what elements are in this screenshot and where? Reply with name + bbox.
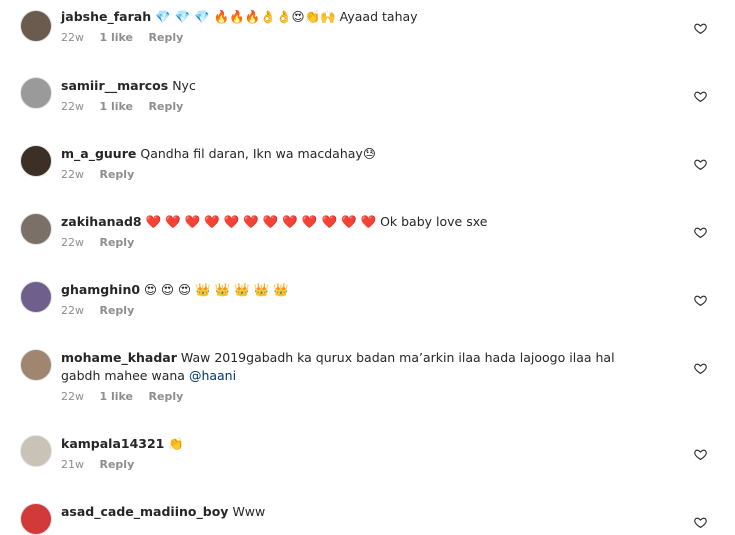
reply-button[interactable]: Reply xyxy=(149,100,184,114)
comment-time[interactable]: 22w xyxy=(61,390,84,404)
comment-username[interactable]: ghamghin0 xyxy=(61,282,140,297)
reply-button[interactable]: Reply xyxy=(100,168,135,182)
comment-username[interactable]: m_a_guure xyxy=(61,146,136,161)
comment-message: Nyc xyxy=(172,78,196,93)
comment-username[interactable]: zakihanad8 xyxy=(61,214,142,229)
comment-time[interactable]: 22w xyxy=(61,236,84,250)
comment-meta: 22w Reply xyxy=(61,304,640,318)
comment-username[interactable]: mohame_khadar xyxy=(61,350,177,365)
avatar[interactable] xyxy=(20,503,52,535)
comment-time[interactable]: 22w xyxy=(61,100,84,114)
comment-username[interactable]: kampala14321 xyxy=(61,436,164,451)
comment-meta: 22w 1 like Reply xyxy=(61,100,640,114)
comment-message: Qandha fil daran, Ikn wa macdahay😓 xyxy=(140,146,376,161)
avatar[interactable] xyxy=(20,281,52,313)
comment-time[interactable]: 21w xyxy=(61,458,84,472)
comment-time[interactable]: 22w xyxy=(61,31,84,45)
avatar[interactable] xyxy=(20,349,52,381)
heart-icon[interactable] xyxy=(694,90,707,103)
heart-icon[interactable] xyxy=(694,516,707,529)
avatar[interactable] xyxy=(20,435,52,467)
avatar[interactable] xyxy=(20,77,52,109)
comment-meta: 22w Reply xyxy=(61,236,640,250)
comment-username[interactable]: jabshe_farah xyxy=(61,9,151,24)
comment-meta: 22w 1 like Reply xyxy=(61,31,640,45)
comment-text: zakihanad8 ❤️ ❤️ ❤️ ❤️ ❤️ ❤️ ❤️ ❤️ ❤️ ❤️ … xyxy=(61,213,640,231)
comment-text: jabshe_farah 💎 💎 💎 🔥🔥🔥👌👌😍👏🙌 Ayaad tahay xyxy=(61,8,640,26)
comment-text: m_a_guure Qandha fil daran, Ikn wa macdah… xyxy=(61,145,640,163)
comment-text: asad_cade_madiino_boy Www xyxy=(61,503,640,521)
comment-meta: 21w Reply xyxy=(61,458,640,472)
comment-username[interactable]: samiir__marcos xyxy=(61,78,168,93)
heart-icon[interactable] xyxy=(694,294,707,307)
comment-body: jabshe_farah 💎 💎 💎 🔥🔥🔥👌👌😍👏🙌 Ayaad tahay 2… xyxy=(61,8,640,45)
comment-meta: 22w 1 like Reply xyxy=(61,390,640,404)
comment-message: Www xyxy=(232,504,266,519)
comment-meta: 22w Reply xyxy=(61,168,640,182)
heart-icon[interactable] xyxy=(694,448,707,461)
reply-button[interactable]: Reply xyxy=(100,458,135,472)
comment-body: samiir__marcos Nyc 22w 1 like Reply xyxy=(61,77,640,114)
heart-icon[interactable] xyxy=(694,362,707,375)
reply-button[interactable]: Reply xyxy=(149,390,184,404)
avatar[interactable] xyxy=(20,145,52,177)
comment-text: samiir__marcos Nyc xyxy=(61,77,640,95)
heart-icon[interactable] xyxy=(694,226,707,239)
comment-text: kampala14321 👏 xyxy=(61,435,640,453)
comment-username[interactable]: asad_cade_madiino_boy xyxy=(61,504,228,519)
comment-text: mohame_khadar Waw 2019gabadh ka qurux bad… xyxy=(61,349,640,385)
heart-icon[interactable] xyxy=(694,22,707,35)
reply-button[interactable]: Reply xyxy=(100,304,135,318)
comment-likes[interactable]: 1 like xyxy=(100,390,134,404)
comment-time[interactable]: 22w xyxy=(61,304,84,318)
mention-link[interactable]: @haani xyxy=(189,368,236,383)
comment-message: 👏 xyxy=(168,436,184,451)
comment-message: 💎 💎 💎 🔥🔥🔥👌👌😍👏🙌 Ayaad tahay xyxy=(155,9,418,24)
comment-likes[interactable]: 1 like xyxy=(100,31,134,45)
comment-body: m_a_guure Qandha fil daran, Ikn wa macdah… xyxy=(61,145,640,182)
comment-body: kampala14321 👏 21w Reply xyxy=(61,435,640,472)
comment-body: mohame_khadar Waw 2019gabadh ka qurux bad… xyxy=(61,349,640,404)
comment-text: ghamghin0 😍 😍 😍 👑 👑 👑 👑 👑 xyxy=(61,281,640,299)
avatar[interactable] xyxy=(20,213,52,245)
reply-button[interactable]: Reply xyxy=(100,236,135,250)
comment-likes[interactable]: 1 like xyxy=(100,100,134,114)
comment-body: ghamghin0 😍 😍 😍 👑 👑 👑 👑 👑 22w Reply xyxy=(61,281,640,318)
comment-body: asad_cade_madiino_boy Www xyxy=(61,503,640,521)
comment-body: zakihanad8 ❤️ ❤️ ❤️ ❤️ ❤️ ❤️ ❤️ ❤️ ❤️ ❤️ … xyxy=(61,213,640,250)
heart-icon[interactable] xyxy=(694,158,707,171)
comment-time[interactable]: 22w xyxy=(61,168,84,182)
comment-message: 😍 😍 😍 👑 👑 👑 👑 👑 xyxy=(144,282,289,297)
avatar[interactable] xyxy=(20,10,52,42)
comment-message: ❤️ ❤️ ❤️ ❤️ ❤️ ❤️ ❤️ ❤️ ❤️ ❤️ ❤️ ❤️ Ok b… xyxy=(145,214,488,229)
reply-button[interactable]: Reply xyxy=(149,31,184,45)
